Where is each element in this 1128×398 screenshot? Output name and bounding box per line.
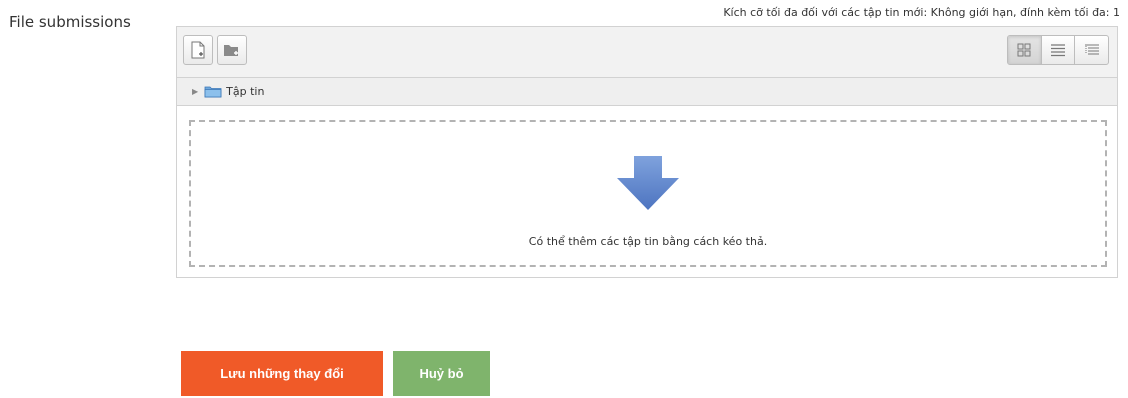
file-limits-text: Kích cỡ tối đa đối với các tập tin mới: … xyxy=(723,6,1120,19)
field-label-file-submissions: File submissions xyxy=(9,13,131,31)
add-folder-icon xyxy=(224,45,238,56)
file-manager-toolbar xyxy=(177,27,1117,78)
tree-view-button[interactable] xyxy=(1074,36,1108,64)
folder-path-bar: ▶ Tập tin xyxy=(177,78,1117,106)
file-manager: ▶ Tập tin Có thể thêm các tập tin bằng c… xyxy=(176,26,1118,278)
view-switcher xyxy=(1007,35,1109,65)
add-file-icon xyxy=(191,41,205,59)
file-drop-zone[interactable]: Có thể thêm các tập tin bằng cách kéo th… xyxy=(189,120,1107,267)
list-view-icon xyxy=(1051,44,1065,57)
grid-view-icon xyxy=(1017,43,1031,57)
folder-label[interactable]: Tập tin xyxy=(226,85,264,98)
tree-view-icon xyxy=(1084,44,1099,55)
icons-view-button[interactable] xyxy=(1008,36,1041,64)
drop-zone-message: Có thể thêm các tập tin bằng cách kéo th… xyxy=(528,235,768,248)
add-folder-button[interactable] xyxy=(217,35,247,65)
add-file-button[interactable] xyxy=(183,35,213,65)
cancel-button[interactable]: Huỷ bỏ xyxy=(393,351,490,396)
expand-arrow-icon[interactable]: ▶ xyxy=(192,87,198,96)
save-changes-button[interactable]: Lưu những thay đổi xyxy=(181,351,383,396)
folder-icon xyxy=(204,85,222,98)
download-arrow-icon xyxy=(617,156,679,210)
list-view-button[interactable] xyxy=(1040,36,1075,64)
